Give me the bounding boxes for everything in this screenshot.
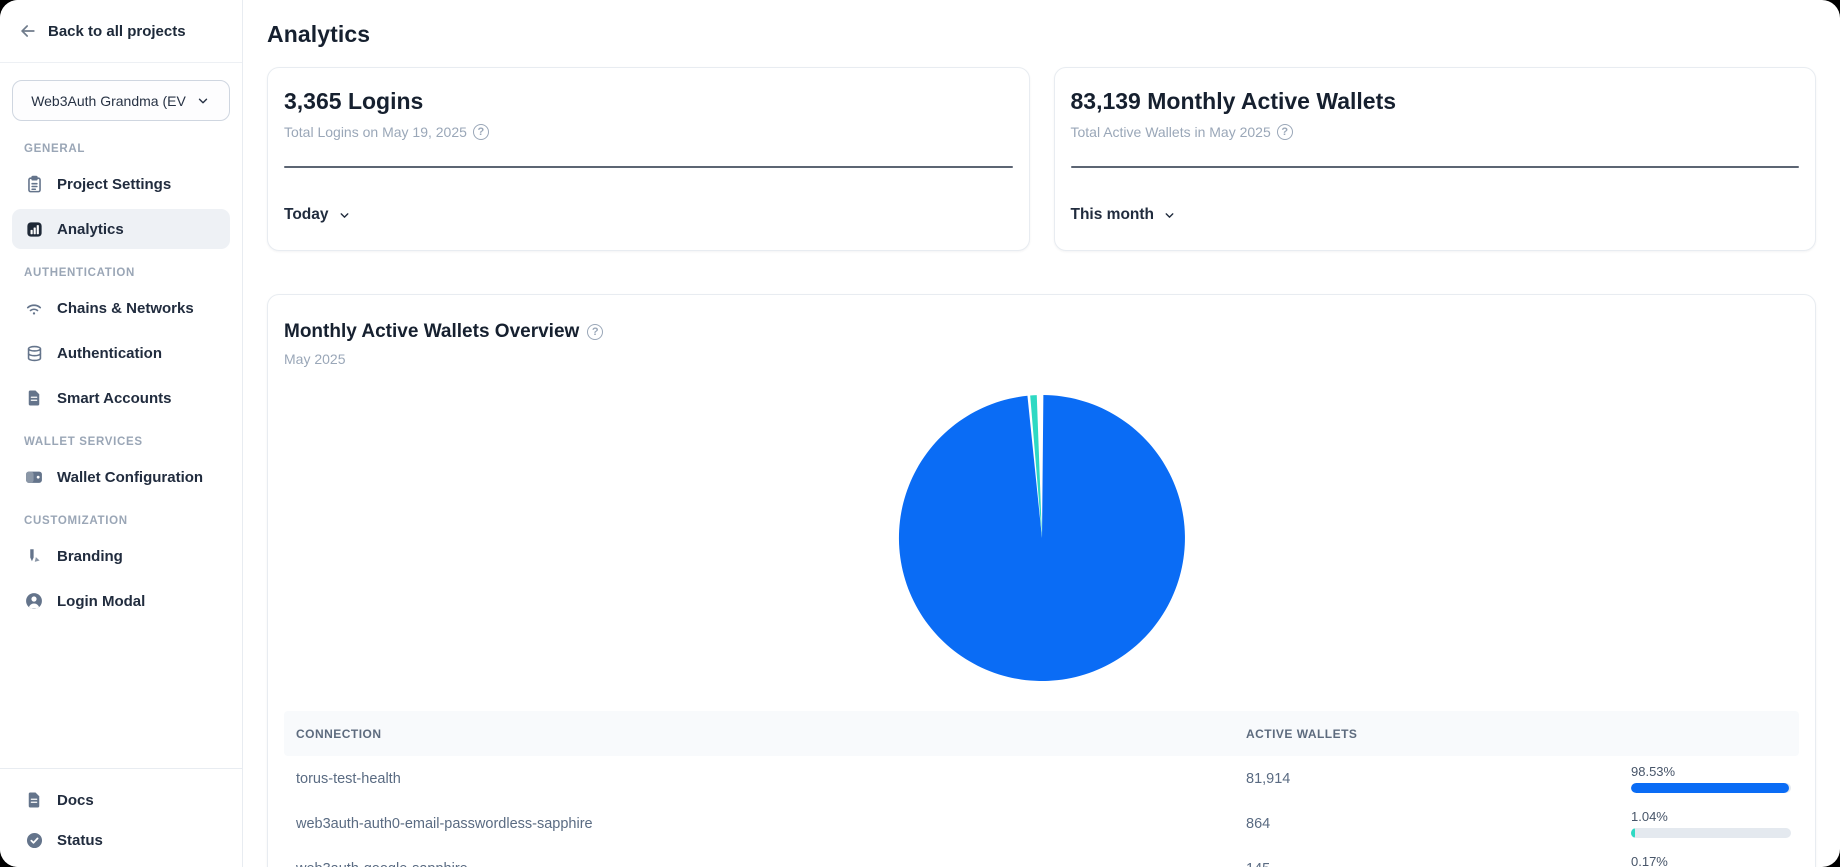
sidebar-footer: Docs Status [0,768,242,867]
table-row[interactable]: web3auth-auth0-email-passwordless-sapphi… [284,801,1799,846]
percentage-bar [1631,828,1791,838]
section-label-general: GENERAL [24,143,218,155]
sidebar-item-chains-networks[interactable]: Chains & Networks [12,288,230,328]
percentage-label: 1.04% [1631,809,1795,824]
percentage-bar [1631,783,1791,793]
section-label-authentication: AUTHENTICATION [24,267,218,279]
analytics-icon [24,219,44,239]
back-to-projects-link[interactable]: Back to all projects [0,0,242,63]
document-icon [24,388,44,408]
overview-title: Monthly Active Wallets Overview [284,321,579,343]
sidebar-item-wallet-configuration[interactable]: Wallet Configuration [12,457,230,497]
active-wallets-count: 81,914 [1234,771,1631,787]
section-label-customization: CUSTOMIZATION [24,515,218,527]
web3auth-dashboard: Back to all projects Web3Auth Grandma (E… [0,0,1840,867]
project-selector[interactable]: Web3Auth Grandma (EV [12,80,230,121]
connection-name: web3auth-auth0-email-passwordless-sapphi… [284,816,1234,832]
table-row[interactable]: torus-test-health 81,914 98.53% [284,756,1799,801]
sidebar-item-status[interactable]: Status [12,821,230,859]
user-circle-icon [24,591,44,611]
page-title: Analytics [267,21,1816,48]
document-icon [24,790,44,810]
active-wallets-card: 83,139 Monthly Active Wallets Total Acti… [1054,67,1817,251]
sidebar-item-analytics[interactable]: Analytics [12,209,230,249]
database-icon [24,343,44,363]
connections-table: CONNECTION ACTIVE WALLETS torus-test-hea… [284,711,1799,867]
chevron-down-icon [338,209,351,222]
sidebar-item-project-settings[interactable]: Project Settings [12,164,230,204]
sidebar-nav: GENERAL Project Settings Analytics AUTHE… [0,125,242,768]
sidebar-item-label: Authentication [57,345,162,362]
sidebar-item-label: Status [57,832,103,849]
sidebar-item-login-modal[interactable]: Login Modal [12,581,230,621]
main-content: Analytics 3,365 Logins Total Logins on M… [243,0,1840,867]
logins-card: 3,365 Logins Total Logins on May 19, 202… [267,67,1030,251]
logins-value: 3,365 Logins [284,88,1013,115]
overview-period: May 2025 [284,351,1799,367]
active-wallets-subtitle: Total Active Wallets in May 2025 [1071,124,1271,140]
active-wallets-period-dropdown[interactable]: This month [1071,206,1177,224]
sidebar-item-label: Project Settings [57,176,171,193]
percentage-label: 0.17% [1631,854,1795,867]
sidebar-item-branding[interactable]: Branding [12,536,230,576]
sidebar-item-label: Chains & Networks [57,300,194,317]
active-wallets-value: 83,139 Monthly Active Wallets [1071,88,1800,115]
help-icon[interactable]: ? [1277,124,1293,140]
logins-period-dropdown[interactable]: Today [284,206,351,224]
wallets-overview-card: Monthly Active Wallets Overview ? May 20… [267,294,1816,867]
logins-period-value: Today [284,206,329,224]
sidebar-item-label: Branding [57,548,123,565]
active-wallets-count: 145 [1234,861,1631,867]
table-row[interactable]: web3auth-google-sapphire 145 0.17% [284,846,1799,867]
clipboard-icon [24,174,44,194]
pie-slice-torus-test-health[interactable] [898,395,1184,681]
active-wallets-period-value: This month [1071,206,1155,224]
wifi-icon [24,298,44,318]
project-selector-value: Web3Auth Grandma (EV [31,93,186,109]
arrow-left-icon [18,21,38,41]
sidebar-item-docs[interactable]: Docs [12,781,230,819]
help-icon[interactable]: ? [473,124,489,140]
logins-subtitle: Total Logins on May 19, 2025 [284,124,467,140]
chevron-down-icon [195,93,211,109]
sidebar-item-authentication[interactable]: Authentication [12,333,230,373]
sidebar: Back to all projects Web3Auth Grandma (E… [0,0,243,867]
percentage-label: 98.53% [1631,764,1795,779]
sidebar-item-label: Docs [57,792,94,809]
stat-cards-row: 3,365 Logins Total Logins on May 19, 202… [267,67,1816,251]
table-body: torus-test-health 81,914 98.53% web3auth… [284,756,1799,867]
check-circle-icon [24,830,44,850]
brush-icon [24,546,44,566]
sidebar-item-smart-accounts[interactable]: Smart Accounts [12,378,230,418]
sidebar-item-label: Smart Accounts [57,390,171,407]
column-header-active-wallets: ACTIVE WALLETS [1234,727,1631,741]
active-wallets-pie-chart[interactable] [897,393,1187,683]
table-header: CONNECTION ACTIVE WALLETS [284,711,1799,756]
active-wallets-count: 864 [1234,816,1631,832]
column-header-connection: CONNECTION [284,727,1234,741]
help-icon[interactable]: ? [587,324,603,340]
section-label-wallet-services: WALLET SERVICES [24,436,218,448]
connection-name: torus-test-health [284,771,1234,787]
active-wallets-sparkline [1071,166,1800,168]
sidebar-item-label: Login Modal [57,593,145,610]
sidebar-item-label: Analytics [57,221,124,238]
chevron-down-icon [1163,209,1176,222]
sidebar-item-label: Wallet Configuration [57,469,203,486]
logins-sparkline [284,166,1013,168]
back-to-projects-label: Back to all projects [48,23,186,40]
wallet-icon [24,467,44,487]
connection-name: web3auth-google-sapphire [284,861,1234,867]
